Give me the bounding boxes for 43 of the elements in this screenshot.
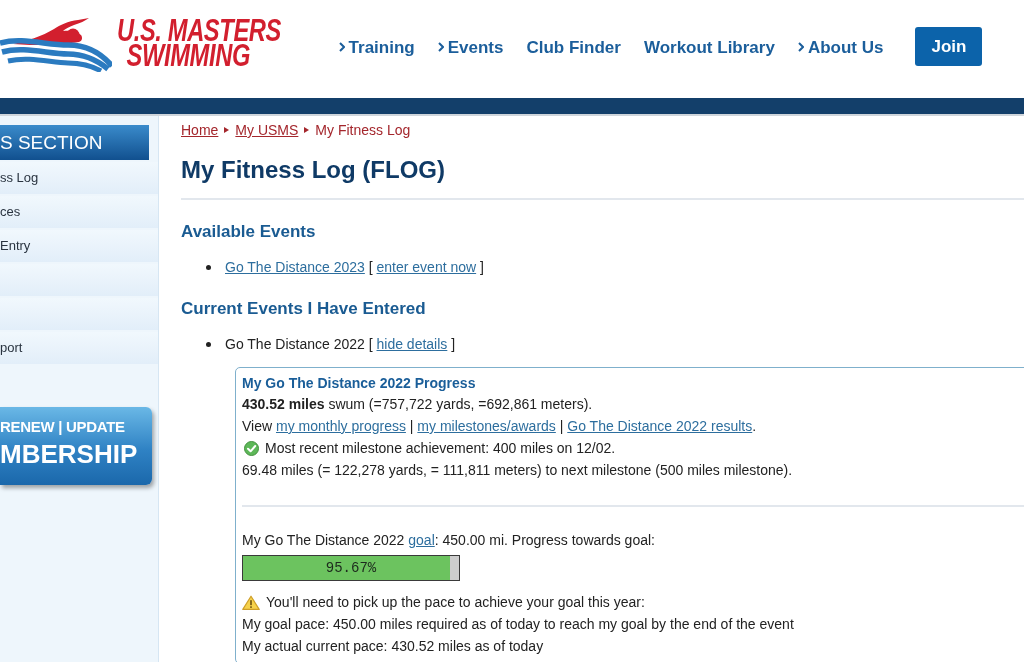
- warning-icon: [242, 594, 260, 610]
- panel-title: My Go The Distance 2022 Progress: [242, 374, 477, 393]
- event-list-item: Go The Distance 2022 [ hide details ]: [225, 335, 456, 354]
- section-heading: Available Events: [181, 221, 317, 243]
- renew-membership-banner[interactable]: RENEW | UPDATE MBERSHIP: [0, 407, 152, 485]
- chevron-right-icon: [437, 41, 444, 52]
- distance-total-text: 430.52 miles swum (=757,722 yards, =692,861 meters).: [242, 395, 594, 414]
- breadcrumb-current: My Fitness Log: [315, 121, 411, 139]
- progress-links-text: View my monthly progress | my milestones/awards | Go The Distance 2022 results.: [242, 417, 758, 436]
- text-link[interactable]: hide details: [376, 336, 448, 352]
- pace-text: My actual current pace: 430.52 miles as of today: [242, 637, 545, 656]
- pace-text: My goal pace: 450.00 miles required as of today to reach my goal by the end of the event: [242, 615, 795, 634]
- chevron-right-icon: [338, 41, 345, 52]
- event-list-item: Go The Distance 2023 [ enter event now ]: [225, 258, 484, 277]
- bullet-icon: [206, 264, 211, 270]
- page-title: My Fitness Log (FLOG): [181, 156, 446, 184]
- text-link[interactable]: Go The Distance 2023: [225, 259, 365, 275]
- section-heading: Current Events I Have Entered: [181, 298, 427, 320]
- milestone-text: Most recent milestone achievement: 400 miles on 12/02.: [265, 439, 616, 458]
- nav-link[interactable]: Workout Library: [643, 38, 775, 58]
- next-milestone-text: 69.48 miles (= 122,278 yards, = 111,811 meters) to next milestone (500 miles milestone).: [242, 461, 794, 480]
- text-link[interactable]: goal: [408, 532, 435, 548]
- bullet-icon: [206, 341, 211, 347]
- join-button[interactable]: Join: [915, 27, 983, 66]
- breadcrumb-link[interactable]: Home: [181, 121, 219, 139]
- text-link[interactable]: my monthly progress: [276, 418, 406, 434]
- breadcrumb-link[interactable]: My USMS: [235, 121, 299, 139]
- nav-link[interactable]: Club Finder: [526, 38, 621, 58]
- chevron-right-icon: [797, 41, 804, 52]
- text-link[interactable]: enter event now: [376, 259, 477, 275]
- nav-link[interactable]: About Us: [797, 38, 884, 58]
- text-link[interactable]: my milestones/awards: [417, 418, 556, 434]
- triangle-right-icon: [224, 127, 230, 133]
- progress-reading: 95.67%: [325, 560, 377, 576]
- swimmer-wave-logo-icon: [0, 16, 112, 72]
- logo-wordmark: U.S. MASTERS SWIMMING: [117, 18, 281, 68]
- triangle-right-icon: [304, 127, 310, 133]
- goal-text: My Go The Distance 2022 goal: 450.00 mi. Progress towards goal:: [242, 531, 656, 550]
- nav-link[interactable]: Training: [338, 38, 415, 58]
- check-circle-icon: [244, 440, 259, 456]
- nav-link[interactable]: Events: [437, 38, 504, 58]
- pace-warning-text: You'll need to pick up the pace to achieve your goal this year:: [266, 593, 645, 612]
- sidebar-heading: S SECTION: [0, 125, 149, 160]
